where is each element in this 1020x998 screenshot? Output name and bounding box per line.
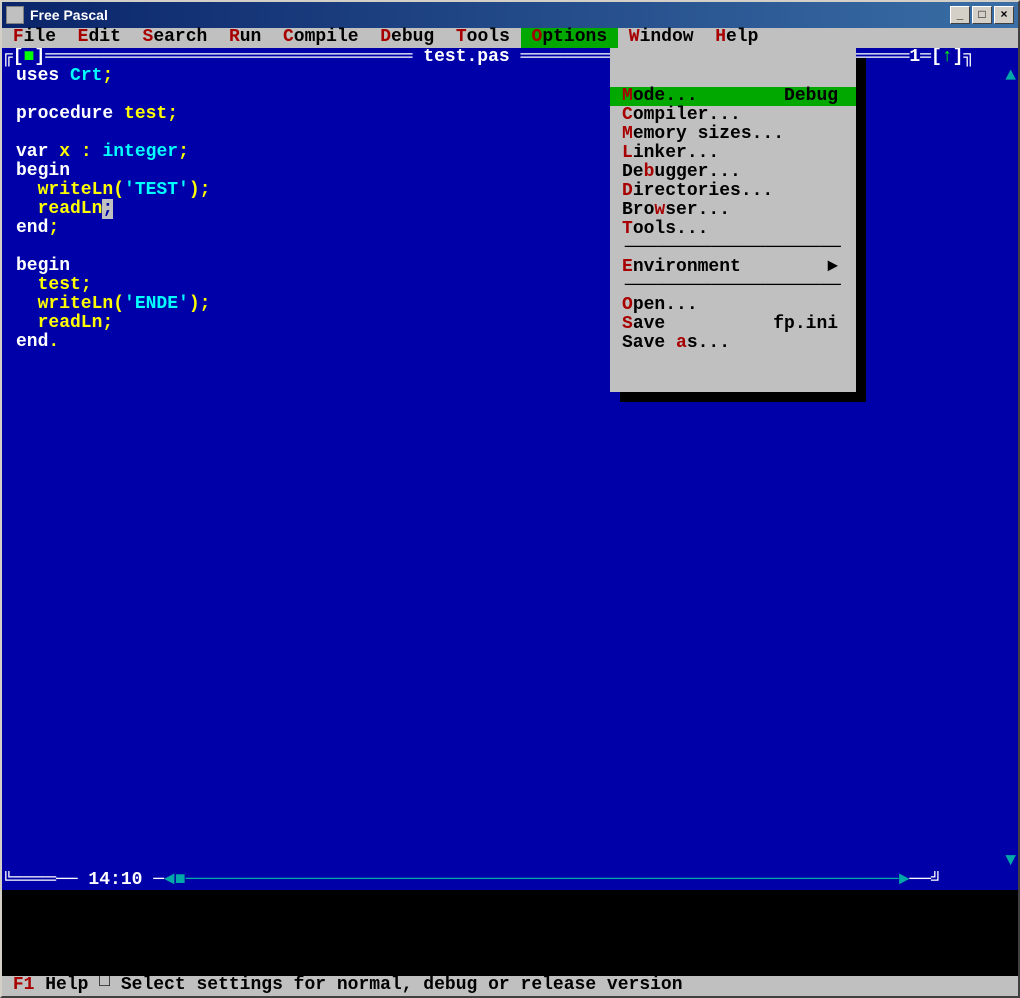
code-line[interactable]: writeLn('TEST'); — [2, 181, 1018, 200]
menu-item-mode[interactable]: Mode... Debug — [610, 87, 856, 106]
menu-window[interactable]: Window — [618, 28, 704, 48]
menu-item-environment[interactable]: Environment ► — [610, 258, 856, 277]
statusbar: F1 Help □ Select settings for normal, de… — [2, 976, 1018, 996]
menu-item-directories[interactable]: Directories... — [610, 182, 856, 201]
code-line[interactable]: begin — [2, 162, 1018, 181]
code-line[interactable]: procedure test; — [2, 105, 1018, 124]
code-line[interactable]: end. — [2, 333, 1018, 352]
tui-area: File Edit Search Run Compile Debug Tools… — [2, 28, 1018, 996]
menu-separator: ──────────────────── — [610, 277, 856, 296]
scroll-down-icon[interactable]: ▼ — [1005, 852, 1016, 871]
code-line[interactable]: uses Crt; — [2, 67, 1018, 86]
menu-item-debugger[interactable]: Debugger... — [610, 163, 856, 182]
code-line[interactable] — [2, 124, 1018, 143]
app-window: Free Pascal _ □ × File Edit Search Run C… — [0, 0, 1020, 998]
code-line[interactable] — [2, 238, 1018, 257]
editor-frame-top: ╔[■]══════════════════════════════════ t… — [2, 48, 1018, 67]
menu-edit[interactable]: Edit — [67, 28, 132, 48]
menu-item-compiler[interactable]: Compiler... — [610, 106, 856, 125]
scroll-up-icon[interactable]: ▲ — [1005, 67, 1016, 86]
menu-separator: ──────────────────── — [610, 239, 856, 258]
menu-item-open[interactable]: Open... — [610, 296, 856, 315]
code-line[interactable]: test; — [2, 276, 1018, 295]
app-icon — [6, 6, 24, 24]
code-line[interactable]: end; — [2, 219, 1018, 238]
maximize-button[interactable]: □ — [972, 6, 992, 24]
code-line[interactable] — [2, 86, 1018, 105]
code-line[interactable]: readLn; — [2, 314, 1018, 333]
menu-run[interactable]: Run — [218, 28, 272, 48]
menu-item-tools[interactable]: Tools... — [610, 220, 856, 239]
code-line[interactable]: readLn; — [2, 200, 1018, 219]
code-content[interactable]: uses Crt; procedure test; var x : intege… — [2, 67, 1018, 352]
menu-options[interactable]: Options — [521, 28, 618, 48]
menubar[interactable]: File Edit Search Run Compile Debug Tools… — [2, 28, 1018, 48]
menu-item-saveas[interactable]: Save as... — [610, 334, 856, 353]
menu-search[interactable]: Search — [132, 28, 218, 48]
code-line[interactable]: var x : integer; — [2, 143, 1018, 162]
titlebar[interactable]: Free Pascal _ □ × — [2, 2, 1018, 28]
window-title: Free Pascal — [30, 7, 108, 23]
editor[interactable]: uses Crt; procedure test; var x : intege… — [2, 67, 1018, 871]
options-menu[interactable]: Mode... DebugCompiler... Memory sizes...… — [610, 48, 856, 392]
close-button[interactable]: × — [994, 6, 1014, 24]
menu-item-save[interactable]: Save fp.ini — [610, 315, 856, 334]
menu-help[interactable]: Help — [704, 28, 769, 48]
menu-item-linker[interactable]: Linker... — [610, 144, 856, 163]
output-area — [2, 890, 1018, 976]
menu-file[interactable]: File — [2, 28, 67, 48]
menu-item-browser[interactable]: Browser... — [610, 201, 856, 220]
minimize-button[interactable]: _ — [950, 6, 970, 24]
editor-frame-bottom: ╚════── 14:10 ─◄■───────────────────────… — [2, 871, 1018, 890]
menu-compile[interactable]: Compile — [272, 28, 369, 48]
code-line[interactable]: writeLn('ENDE'); — [2, 295, 1018, 314]
menu-item-memorysizes[interactable]: Memory sizes... — [610, 125, 856, 144]
menu-debug[interactable]: Debug — [369, 28, 445, 48]
code-line[interactable]: begin — [2, 257, 1018, 276]
menu-tools[interactable]: Tools — [445, 28, 521, 48]
